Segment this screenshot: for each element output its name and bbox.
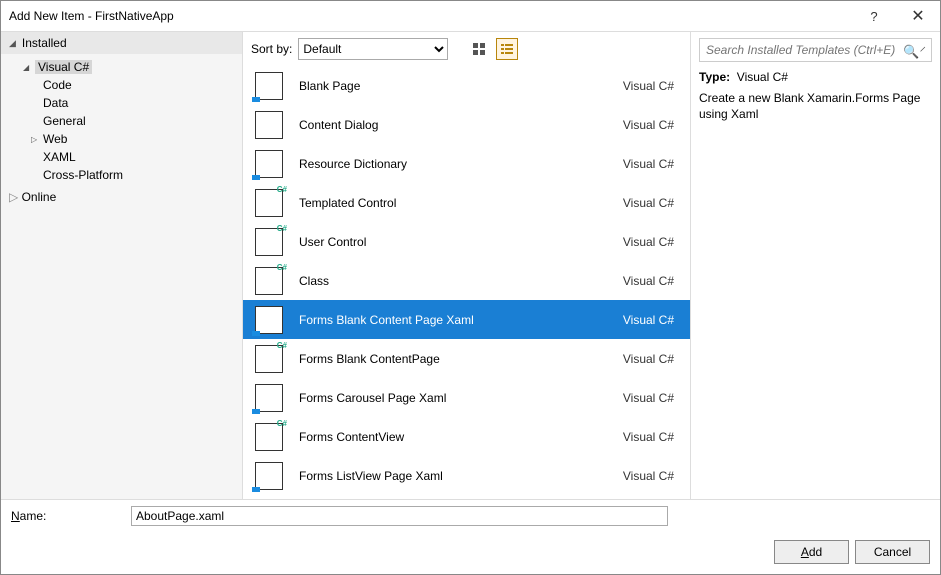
template-item[interactable]: Forms ListView Page XamlVisual C# [243, 456, 690, 495]
xaml-icon [255, 462, 283, 490]
type-value: Visual C# [737, 70, 788, 84]
chevron-down-icon: ◢ [9, 38, 16, 49]
tree-node-visual-csharp[interactable]: ◢ Visual C# [1, 58, 242, 76]
template-label: User Control [299, 235, 623, 249]
template-label: Templated Control [299, 196, 623, 210]
name-row: Name: [1, 500, 940, 532]
list-icon [500, 42, 514, 56]
template-item[interactable]: Forms ContentViewVisual C# [243, 417, 690, 456]
template-label: Forms ContentView [299, 430, 623, 444]
description-text: Create a new Blank Xamarin.Forms Page us… [699, 90, 932, 122]
title-bar: Add New Item - FirstNativeApp ? ✕ [1, 1, 940, 31]
xaml-icon [255, 150, 283, 178]
tree-section-online[interactable]: ▷ Online [1, 188, 242, 206]
dialog-icon [255, 111, 283, 139]
template-item[interactable]: Content DialogVisual C# [243, 105, 690, 144]
view-list-button[interactable] [496, 38, 518, 60]
template-language: Visual C# [623, 79, 674, 93]
name-input[interactable] [131, 506, 668, 526]
template-label: Forms ListView Page Xaml [299, 469, 623, 483]
template-label: Blank Page [299, 79, 623, 93]
search-icon[interactable]: 🔍⸍ [903, 42, 926, 60]
csharp-icon [255, 189, 283, 217]
template-language: Visual C# [623, 274, 674, 288]
name-label: Name: [11, 509, 121, 523]
template-language: Visual C# [623, 313, 674, 327]
xaml-icon [255, 306, 283, 334]
sort-by-select[interactable]: Default [298, 38, 448, 60]
tree-node-xaml[interactable]: XAML [31, 148, 242, 166]
installed-tree: ◢ Visual C# CodeDataGeneral▷WebXAMLCross… [1, 54, 242, 188]
toolbar: Sort by: Default [243, 32, 690, 66]
template-item[interactable]: Resource DictionaryVisual C# [243, 144, 690, 183]
tree-node-general[interactable]: General [31, 112, 242, 130]
footer: Add Cancel [1, 532, 940, 574]
chevron-right-icon: ▷ [9, 190, 18, 204]
sort-by-label: Sort by: [251, 42, 292, 56]
cancel-button[interactable]: Cancel [855, 540, 930, 564]
template-language: Visual C# [623, 118, 674, 132]
template-item[interactable]: ClassVisual C# [243, 261, 690, 300]
help-button[interactable]: ? [852, 1, 896, 31]
tree-node-code[interactable]: Code [31, 76, 242, 94]
template-language: Visual C# [623, 157, 674, 171]
template-item[interactable]: User ControlVisual C# [243, 222, 690, 261]
xaml-icon [255, 384, 283, 412]
chevron-down-icon: ◢ [23, 63, 35, 72]
template-item[interactable]: Templated ControlVisual C# [243, 183, 690, 222]
template-language: Visual C# [623, 235, 674, 249]
left-tree-pane: ◢ Installed ◢ Visual C# CodeDataGeneral▷… [1, 32, 243, 499]
tree-node-data[interactable]: Data [31, 94, 242, 112]
template-language: Visual C# [623, 196, 674, 210]
template-label: Resource Dictionary [299, 157, 623, 171]
csharp-icon [255, 267, 283, 295]
type-label: Type: [699, 70, 730, 84]
template-language: Visual C# [623, 391, 674, 405]
main-area: ◢ Installed ◢ Visual C# CodeDataGeneral▷… [1, 31, 940, 500]
tree-section-installed[interactable]: ◢ Installed [1, 32, 242, 54]
chevron-right-icon: ▷ [31, 135, 43, 144]
tiles-icon [472, 42, 486, 56]
template-language: Visual C# [623, 430, 674, 444]
csharp-icon [255, 345, 283, 373]
template-language: Visual C# [623, 469, 674, 483]
right-description-pane: 🔍⸍ Type: Visual C# Create a new Blank Xa… [690, 32, 940, 499]
center-pane: Sort by: Default Blank PageVisual C#Cont… [243, 32, 690, 499]
search-box: 🔍⸍ [699, 38, 932, 62]
template-language: Visual C# [623, 352, 674, 366]
search-input[interactable] [699, 38, 932, 62]
template-label: Content Dialog [299, 118, 623, 132]
view-tiles-button[interactable] [468, 38, 490, 60]
tree-node-web[interactable]: ▷Web [31, 130, 242, 148]
template-label: Forms Blank ContentPage [299, 352, 623, 366]
xaml-icon [255, 72, 283, 100]
tree-node-cross-platform[interactable]: Cross-Platform [31, 166, 242, 184]
template-item[interactable]: Blank PageVisual C# [243, 66, 690, 105]
template-item[interactable]: Forms Carousel Page XamlVisual C# [243, 378, 690, 417]
csharp-icon [255, 228, 283, 256]
template-label: Forms Blank Content Page Xaml [299, 313, 623, 327]
template-item[interactable]: Forms Blank Content Page XamlVisual C# [243, 300, 690, 339]
template-list[interactable]: Blank PageVisual C#Content DialogVisual … [243, 66, 690, 499]
close-button[interactable]: ✕ [896, 1, 940, 31]
add-button[interactable]: Add [774, 540, 849, 564]
template-label: Forms Carousel Page Xaml [299, 391, 623, 405]
template-label: Class [299, 274, 623, 288]
description: Type: Visual C# Create a new Blank Xamar… [699, 70, 932, 122]
csharp-icon [255, 423, 283, 451]
window-title: Add New Item - FirstNativeApp [9, 9, 852, 23]
template-item[interactable]: Forms Blank ContentPageVisual C# [243, 339, 690, 378]
